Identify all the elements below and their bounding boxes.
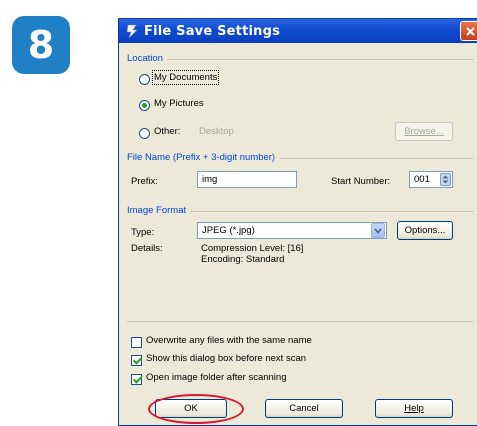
details-compression: Compression Level: [16]	[201, 243, 304, 254]
file-save-settings-dialog: File Save Settings Location My Documents…	[118, 18, 477, 426]
step-number-badge: 8	[12, 16, 70, 74]
spinner-arrows-icon	[442, 175, 449, 184]
close-button[interactable]	[460, 21, 477, 41]
location-section-label: Location	[127, 53, 167, 64]
location-divider	[127, 59, 473, 60]
file-name-section-label: File Name (Prefix + 3-digit number)	[127, 152, 280, 163]
prefix-label: Prefix:	[131, 176, 158, 187]
details-label: Details:	[131, 243, 163, 254]
close-icon	[466, 26, 475, 36]
type-label: Type:	[131, 227, 155, 238]
radio-my-pictures[interactable]	[139, 100, 150, 111]
prefix-input[interactable]: img	[197, 171, 297, 188]
help-button[interactable]: Help	[375, 399, 453, 418]
radio-my-pictures-label[interactable]: My Pictures	[154, 98, 204, 109]
start-number-spinner[interactable]	[440, 173, 451, 186]
show-dialog-label[interactable]: Show this dialog box before next scan	[146, 353, 306, 364]
browse-button[interactable]: Browse...	[395, 122, 453, 141]
radio-my-documents[interactable]	[139, 74, 150, 85]
cancel-button[interactable]: Cancel	[265, 399, 343, 418]
overwrite-files-label[interactable]: Overwrite any files with the same name	[146, 335, 312, 346]
options-button-label: Options...	[404, 225, 446, 236]
open-folder-checkbox[interactable]	[131, 374, 142, 385]
browse-button-label: Browse...	[404, 126, 444, 137]
type-select[interactable]: JPEG (*.jpg)	[197, 222, 387, 239]
radio-other[interactable]	[139, 128, 150, 139]
show-dialog-checkbox[interactable]	[131, 355, 142, 366]
type-select-dropdown[interactable]	[371, 223, 385, 238]
help-button-label: Help	[404, 403, 424, 414]
dialog-title: File Save Settings	[144, 23, 281, 39]
radio-other-label[interactable]: Other:	[154, 126, 180, 137]
start-number-label: Start Number:	[331, 176, 391, 187]
chevron-down-icon	[374, 227, 382, 234]
scanner-app-icon	[126, 24, 138, 39]
other-path-field: Desktop	[199, 126, 234, 137]
options-button[interactable]: Options...	[397, 221, 453, 240]
radio-my-documents-label[interactable]: My Documents	[151, 70, 220, 85]
image-format-section-label: Image Format	[127, 205, 191, 216]
open-folder-label[interactable]: Open image folder after scanning	[146, 372, 286, 383]
ok-button-highlight-ellipse	[148, 394, 244, 424]
title-bar[interactable]: File Save Settings	[119, 19, 477, 43]
cancel-button-label: Cancel	[289, 403, 319, 414]
options-divider	[127, 321, 473, 322]
overwrite-files-checkbox[interactable]	[131, 337, 142, 348]
details-encoding: Encoding: Standard	[201, 254, 285, 265]
